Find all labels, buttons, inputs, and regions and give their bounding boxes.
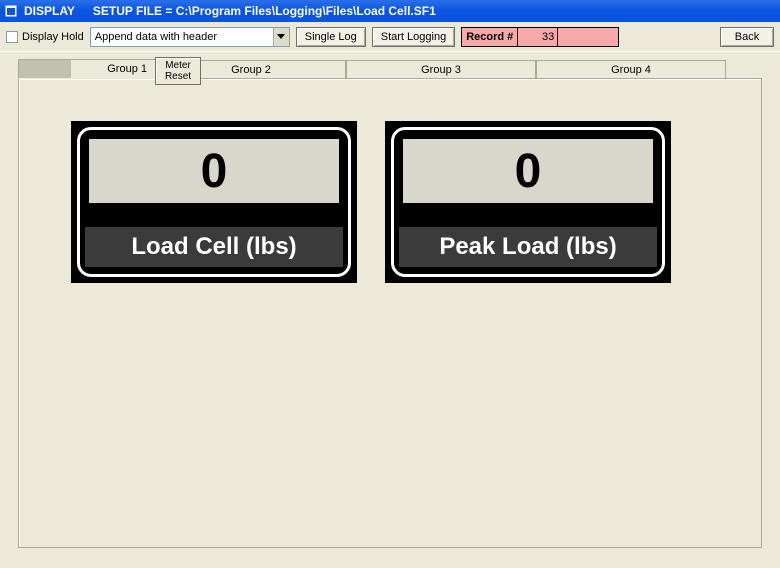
tab-label: Group 3 <box>347 64 535 76</box>
record-label: Record # <box>462 28 518 46</box>
gauges-row: 0 Load Cell (lbs) 0 Peak Load (lbs) <box>19 79 761 325</box>
app-title: DISPLAY <box>24 4 75 18</box>
window-titlebar: DISPLAY SETUP FILE = C:\Program Files\Lo… <box>0 0 780 22</box>
record-indicator: Record # 33 <box>461 27 619 47</box>
tab-group-3[interactable]: Group 3 <box>346 60 536 78</box>
checkbox-box <box>6 31 18 43</box>
toolbar: Display Hold Append data with header Sin… <box>0 22 780 52</box>
gauge-load-cell: 0 Load Cell (lbs) <box>71 121 357 283</box>
tab-group-1[interactable]: Group 1 <box>18 59 156 79</box>
gauge-label: Load Cell (lbs) <box>85 227 343 267</box>
record-value: 33 <box>518 28 558 46</box>
app-icon <box>4 4 18 18</box>
tab-page-group-1: 0 Load Cell (lbs) 0 Peak Load (lbs) <box>18 78 762 548</box>
gauge-value: 0 <box>89 139 339 203</box>
back-button[interactable]: Back <box>720 27 774 47</box>
append-mode-combobox[interactable]: Append data with header <box>90 27 290 47</box>
chevron-down-icon <box>273 28 289 46</box>
display-hold-checkbox[interactable]: Display Hold <box>6 31 84 43</box>
start-logging-button[interactable]: Start Logging <box>372 27 455 47</box>
tab-label: Group 1 <box>19 63 155 75</box>
record-blank <box>558 28 618 46</box>
gauge-peak-load: 0 Peak Load (lbs) <box>385 121 671 283</box>
single-log-button[interactable]: Single Log <box>296 27 366 47</box>
gauge-label: Peak Load (lbs) <box>399 227 657 267</box>
gauge-value: 0 <box>403 139 653 203</box>
append-mode-value: Append data with header <box>91 31 273 43</box>
tab-group-4[interactable]: Group 4 <box>536 60 726 78</box>
meter-reset-label: Meter Reset <box>165 60 191 82</box>
meter-reset-button[interactable]: Meter Reset <box>155 57 201 85</box>
setup-file-label: SETUP FILE = C:\Program Files\Logging\Fi… <box>93 4 436 18</box>
display-hold-label: Display Hold <box>22 31 84 43</box>
tab-label: Group 4 <box>537 64 725 76</box>
tab-strip: Group 1 Group 2 Group 3 Group 4 Meter Re… <box>0 56 780 78</box>
